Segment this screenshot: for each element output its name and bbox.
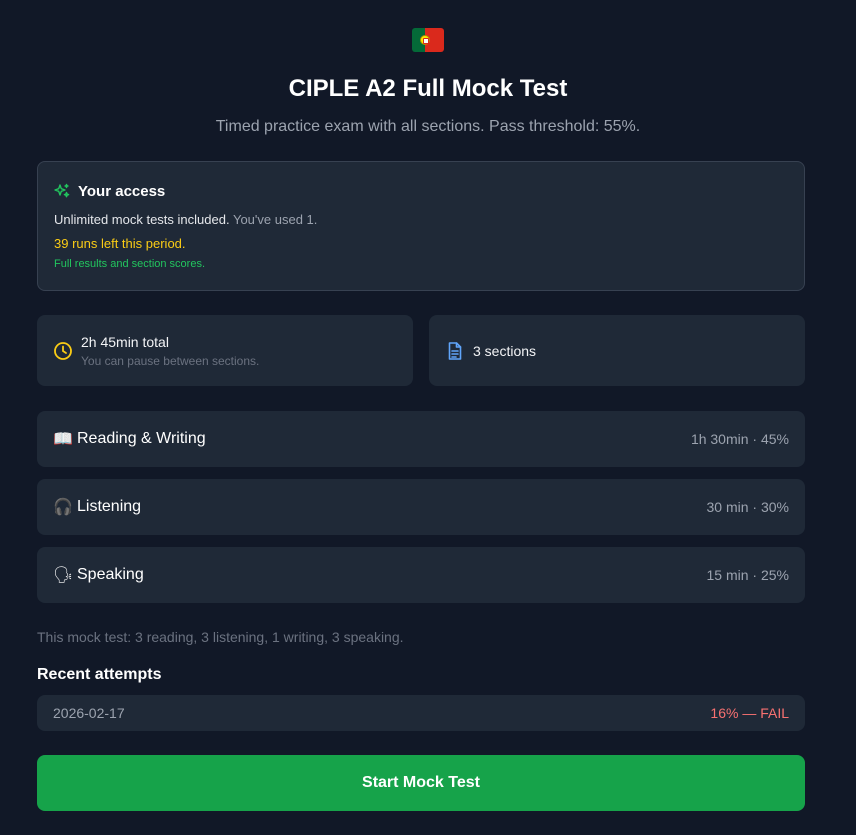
page-subtitle: Timed practice exam with all sections. P…	[215, 118, 641, 135]
section-meta: 15 min · 25%	[706, 567, 789, 583]
runs-left-text: 39 runs left this period.	[54, 236, 186, 251]
speaking-head-icon: 🗣	[53, 567, 74, 584]
attempt-date: 2026-02-17	[53, 705, 125, 721]
access-card: Your access Unlimited mock tests include…	[37, 161, 805, 291]
section-listening: 🎧 Listening 30 min · 30%	[37, 479, 805, 535]
access-used-count: You've used 1.	[232, 212, 318, 227]
results-note: Full results and section scores.	[54, 258, 206, 270]
section-speaking: 🗣 Speaking 15 min · 25%	[37, 547, 805, 603]
document-icon	[448, 341, 462, 360]
page-title: CIPLE A2 Full Mock Test	[288, 75, 568, 102]
section-meta: 30 min · 30%	[706, 499, 789, 515]
book-icon: 📖	[53, 431, 73, 448]
headphones-icon: 🎧	[53, 499, 73, 516]
portugal-flag-icon	[412, 28, 444, 52]
sections-count: 3 sections	[473, 342, 537, 359]
attempt-result: 16% — FAIL	[710, 705, 789, 721]
clock-icon	[54, 341, 72, 360]
duration-stat-card: 2h 45min total You can pause between sec…	[37, 315, 413, 386]
page-header: CIPLE A2 Full Mock Test Timed practice e…	[0, 28, 856, 137]
section-name: Speaking	[77, 566, 144, 583]
section-reading-writing: 📖 Reading & Writing 1h 30min · 45%	[37, 411, 805, 467]
sections-stat-card: 3 sections	[429, 315, 805, 386]
access-usage: Unlimited mock tests included. You've us…	[54, 211, 788, 229]
attempt-row[interactable]: 2026-02-17 16% — FAIL	[37, 695, 805, 731]
section-meta: 1h 30min · 45%	[690, 431, 789, 447]
sparkles-icon	[54, 183, 70, 198]
access-title: Your access	[78, 182, 166, 200]
start-mock-test-button[interactable]: Start Mock Test	[37, 755, 805, 811]
mock-test-page: CIPLE A2 Full Mock Test Timed practice e…	[0, 0, 856, 835]
access-included-text: Unlimited mock tests included.	[54, 212, 230, 227]
recent-attempts-heading: Recent attempts	[37, 666, 162, 683]
duration-total: 2h 45min total	[81, 333, 169, 350]
pause-note: You can pause between sections.	[81, 353, 260, 368]
mock-test-composition-note: This mock test: 3 reading, 3 listening, …	[37, 629, 404, 645]
section-name: Listening	[77, 498, 142, 515]
section-name: Reading & Writing	[77, 430, 206, 447]
